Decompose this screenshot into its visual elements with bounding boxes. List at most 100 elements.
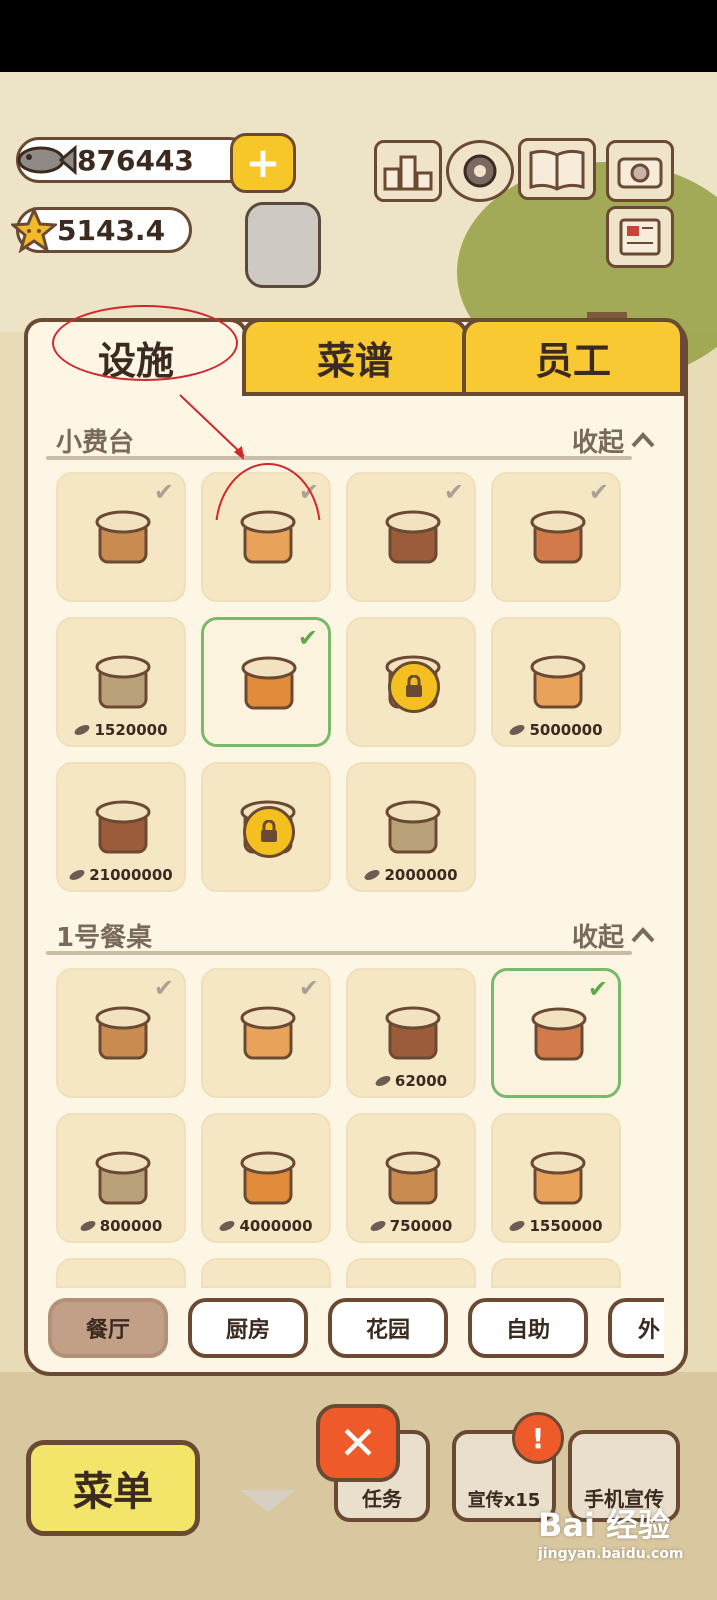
- watermark-url: jingyan.baidu.com: [538, 1546, 684, 1562]
- check-icon: ✔: [588, 478, 609, 506]
- check-icon: ✔: [298, 478, 319, 506]
- item-card-partial: [346, 1258, 476, 1288]
- settings-gear-icon: [463, 154, 497, 188]
- item-card[interactable]: 62000: [346, 968, 476, 1098]
- section-header-tip-counter: 小费台 收起: [56, 420, 656, 460]
- item-price: 21000000: [58, 866, 184, 884]
- check-icon: ✔: [587, 975, 608, 1003]
- category-tab-outdoor[interactable]: 外: [608, 1298, 664, 1358]
- item-price: 800000: [58, 1217, 184, 1235]
- item-illustration: [530, 655, 586, 709]
- item-card[interactable]: [346, 617, 476, 747]
- collapse-button[interactable]: 收起: [572, 422, 656, 459]
- item-card[interactable]: 750000: [346, 1113, 476, 1243]
- annotation-circle-tab: [52, 305, 238, 381]
- item-illustration: [530, 1151, 586, 1205]
- plus-icon: +: [245, 138, 281, 187]
- collapse-label: 收起: [571, 922, 624, 953]
- tab-recipes[interactable]: 菜谱: [242, 318, 468, 396]
- category-tab-label: 花园: [365, 1318, 410, 1343]
- fish-icon: [508, 1218, 527, 1234]
- leaderboard-button[interactable]: [374, 140, 442, 202]
- item-card[interactable]: ✔: [201, 472, 331, 602]
- check-icon: ✔: [297, 624, 318, 652]
- item-card-partial: [201, 1258, 331, 1288]
- item-illustration: [385, 510, 441, 564]
- item-card[interactable]: ✔: [201, 968, 331, 1098]
- baidu-jingyan-watermark: Bai 经验 jingyan.baidu.com: [538, 1500, 708, 1590]
- item-card[interactable]: 1550000: [491, 1113, 621, 1243]
- scroll-down-arrow-icon[interactable]: [240, 1490, 296, 1512]
- item-card[interactable]: 4000000: [201, 1113, 331, 1243]
- collapse-label: 收起: [571, 427, 624, 458]
- check-icon: ✔: [153, 974, 174, 1002]
- category-tab-label: 自助: [505, 1318, 550, 1343]
- item-card[interactable]: [201, 762, 331, 892]
- item-price: 4000000: [203, 1217, 329, 1235]
- item-card[interactable]: 5000000: [491, 617, 621, 747]
- item-price-value: 800000: [99, 1217, 163, 1235]
- category-tab-label: 餐厅: [85, 1318, 130, 1343]
- fish-icon: [78, 1218, 97, 1234]
- menu-button-label: 菜单: [73, 1469, 153, 1515]
- item-illustration: [95, 655, 151, 709]
- category-tab-kitchen[interactable]: 厨房: [188, 1298, 308, 1358]
- section-divider: [46, 951, 632, 955]
- item-card[interactable]: ✔: [491, 472, 621, 602]
- star-rating-display: 5143.4: [11, 207, 192, 253]
- check-icon: ✔: [443, 478, 464, 506]
- exclamation-icon: !: [512, 1412, 564, 1464]
- item-card[interactable]: ✔: [56, 968, 186, 1098]
- item-price-value: 1550000: [529, 1217, 603, 1235]
- leaderboard-icon: [383, 155, 433, 191]
- item-card[interactable]: ✔: [346, 472, 476, 602]
- category-tab-garden[interactable]: 花园: [328, 1298, 448, 1358]
- category-tab-restaurant[interactable]: 餐厅: [48, 1298, 168, 1358]
- add-currency-button[interactable]: +: [230, 133, 296, 193]
- section-divider: [46, 456, 632, 460]
- menu-button[interactable]: 菜单: [26, 1440, 200, 1536]
- item-card[interactable]: 21000000: [56, 762, 186, 892]
- fish-currency-value: 876443: [77, 143, 194, 177]
- news-button[interactable]: [606, 206, 674, 268]
- chevron-up-icon: [631, 927, 655, 943]
- chevron-up-icon: [631, 432, 655, 448]
- newspaper-icon: [619, 218, 661, 256]
- item-card[interactable]: 1520000: [56, 617, 186, 747]
- item-card[interactable]: ✔: [56, 472, 186, 602]
- fish-icon: [368, 1218, 387, 1234]
- recipe-book-button[interactable]: [518, 138, 596, 200]
- item-card[interactable]: ✔: [201, 617, 331, 747]
- fish-icon: [73, 722, 92, 738]
- category-tab-buffet[interactable]: 自助: [468, 1298, 588, 1358]
- item-price: 750000: [348, 1217, 474, 1235]
- category-tab-bar: 餐厅 厨房 花园 自助 外: [24, 1290, 664, 1370]
- item-card[interactable]: 800000: [56, 1113, 186, 1243]
- book-icon: [529, 149, 585, 191]
- item-illustration: [95, 1151, 151, 1205]
- close-panel-button[interactable]: ✕: [316, 1404, 400, 1482]
- item-price-value: 5000000: [529, 721, 603, 739]
- close-icon: ✕: [338, 1416, 378, 1470]
- lucky-cat-statue: [245, 202, 321, 288]
- category-tab-label: 外: [637, 1318, 660, 1343]
- item-card-partial: [56, 1258, 186, 1288]
- item-illustration: [95, 1006, 151, 1060]
- collapse-button[interactable]: 收起: [572, 917, 656, 954]
- item-card[interactable]: ✔: [491, 968, 621, 1098]
- status-bar: [0, 0, 717, 72]
- camera-button[interactable]: [606, 140, 674, 202]
- tab-staff[interactable]: 员工: [462, 318, 684, 396]
- item-illustration: [385, 800, 441, 854]
- item-card[interactable]: 2000000: [346, 762, 476, 892]
- item-price-value: 21000000: [89, 866, 173, 884]
- section-title: 1号餐桌: [56, 922, 153, 953]
- item-price: 5000000: [493, 721, 619, 739]
- fish-icon: [373, 1073, 392, 1089]
- item-illustration: [240, 510, 296, 564]
- fish-icon: [363, 867, 382, 883]
- star-icon: [11, 207, 57, 253]
- settings-button[interactable]: [446, 140, 514, 202]
- tab-staff-label: 员工: [534, 338, 611, 383]
- tab-recipes-label: 菜谱: [316, 338, 393, 383]
